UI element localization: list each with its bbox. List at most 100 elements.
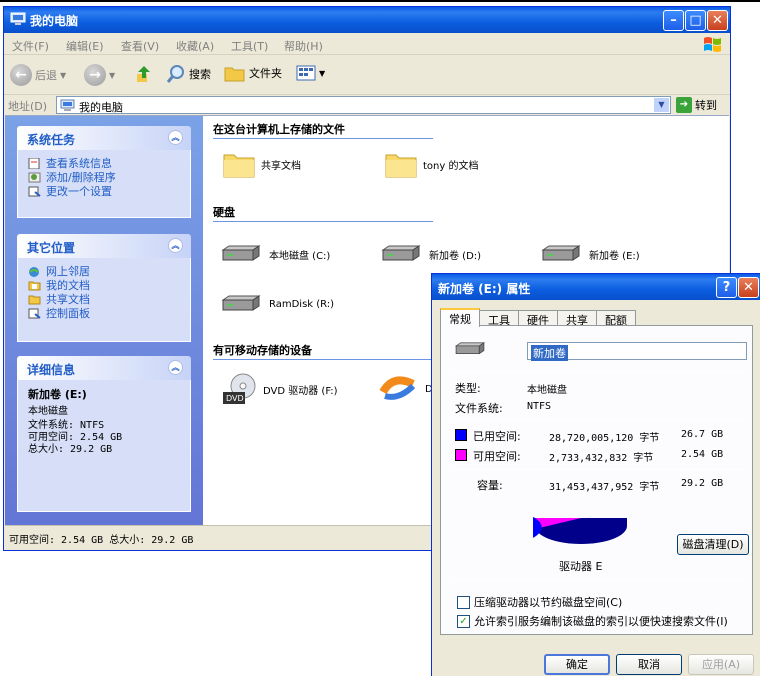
forward-dropdown-icon: ▼ (109, 70, 116, 80)
filesystem-label: 文件系统: (455, 402, 503, 415)
divider (451, 372, 743, 373)
windows-logo-icon (704, 37, 721, 52)
menu-file[interactable]: 文件(F) (12, 38, 49, 54)
free-space-gb: 2.54 GB (681, 449, 724, 460)
used-space-swatch (455, 429, 467, 441)
drive-r[interactable]: RamDisk (R:) (219, 294, 334, 314)
drive-letter-label: 驱动器 E (559, 560, 603, 573)
capacity-label: 容量: (477, 479, 503, 492)
my-computer-small-icon (60, 99, 75, 111)
menu-bar: 文件(F) 编辑(E) 查看(V) 收藏(A) 工具(T) 帮助(H) (4, 33, 730, 55)
ok-button[interactable]: 确定 (544, 654, 610, 675)
compress-drive-checkbox[interactable]: 压缩驱动器以节约磁盘空间(C) (457, 594, 622, 610)
dialog-titlebar[interactable]: 新加卷 (E:) 属性 ? ✕ (432, 274, 760, 300)
toolbar: ← 后退 ▼ → ▼ 搜索 文件夹 ▼ (4, 55, 730, 95)
drive-c[interactable]: 本地磁盘 (C:) (219, 244, 330, 264)
explorer-titlebar[interactable]: 我的电脑 – □ ✕ (4, 7, 730, 33)
views-button[interactable]: ▼ (296, 64, 325, 82)
details-panel: 详细信息 ︽ 新加卷 (E:) 本地磁盘 文件系统: NTFS 可用空间: 2.… (17, 356, 191, 512)
up-folder-icon (137, 66, 150, 82)
index-drive-checkbox[interactable]: ✓ 允许索引服务编制该磁盘的索引以便快速搜索文件(I) (457, 613, 728, 629)
collapse-chevron-icon[interactable]: ︽ (168, 238, 183, 253)
my-documents-link[interactable]: 我的文档 (28, 278, 180, 292)
details-header[interactable]: 详细信息 ︽ (17, 356, 191, 380)
hard-disks-heading: 硬盘 (213, 204, 433, 222)
help-button[interactable]: ? (716, 277, 737, 298)
tab-tools[interactable]: 工具 (479, 310, 519, 327)
free-space-label: 可用空间: (473, 450, 521, 463)
stored-files-heading: 在这台计算机上存储的文件 (213, 121, 433, 139)
details-filesystem: 文件系统: NTFS (28, 420, 105, 431)
back-dropdown-icon: ▼ (60, 70, 67, 80)
index-checkbox-box[interactable]: ✓ (457, 614, 470, 628)
dialog-close-button[interactable]: ✕ (738, 277, 759, 298)
views-icon (296, 65, 316, 81)
folders-button[interactable]: 文件夹 (224, 64, 282, 82)
free-space-bytes: 2,733,432,832 字节 (549, 453, 654, 464)
free-space-swatch (455, 449, 467, 461)
drive-d[interactable]: 新加卷 (D:) (379, 244, 481, 264)
general-tab-panel: 新加卷 类型: 本地磁盘 文件系统: NTFS 已用空间: 28,720,005… (440, 325, 753, 635)
menu-view[interactable]: 查看(V) (121, 38, 159, 54)
back-button[interactable]: ← 后退 ▼ (10, 64, 66, 86)
control-panel-link[interactable]: 控制面板 (28, 306, 180, 320)
details-free-space: 可用空间: 2.54 GB (28, 432, 123, 443)
menu-favorites[interactable]: 收藏(A) (176, 38, 214, 54)
system-tasks-panel: 系统任务 ︽ 查看系统信息 添加/删除程序 更改一个设置 (17, 126, 191, 218)
tab-quota[interactable]: 配额 (596, 310, 636, 327)
menu-help[interactable]: 帮助(H) (284, 38, 323, 54)
menu-tools[interactable]: 工具(T) (231, 38, 268, 54)
add-remove-programs-link[interactable]: 添加/删除程序 (28, 170, 180, 184)
cancel-button[interactable]: 取消 (616, 654, 682, 675)
go-button[interactable]: ➔ 转到 (676, 97, 717, 113)
address-dropdown-icon[interactable]: ▼ (654, 98, 669, 112)
control-panel-icon (28, 186, 41, 197)
task-pane: 系统任务 ︽ 查看系统信息 添加/删除程序 更改一个设置 其它位置 ︽ 网上邻居… (5, 116, 203, 526)
dialog-title: 新加卷 (E:) 属性 (438, 282, 531, 296)
shared-documents-link[interactable]: 共享文档 (28, 292, 180, 306)
search-icon (166, 65, 184, 83)
media-device-icon (379, 376, 416, 400)
collapse-chevron-icon[interactable]: ︽ (168, 130, 183, 145)
dvd-drive-icon: DVD (223, 373, 256, 404)
search-button[interactable]: 搜索 (166, 64, 211, 84)
add-remove-icon (28, 172, 41, 182)
folder-icon (28, 295, 41, 304)
collapse-chevron-icon[interactable]: ︽ (168, 360, 183, 375)
hard-drive-icon (541, 245, 581, 261)
tony-documents-folder[interactable]: tony 的文档 (385, 150, 478, 178)
compress-checkbox-box[interactable] (457, 595, 470, 609)
tab-sharing[interactable]: 共享 (557, 310, 597, 327)
forward-button[interactable]: → ▼ (84, 64, 115, 86)
hard-drive-icon (381, 245, 421, 261)
control-panel-icon (28, 308, 41, 319)
close-button[interactable]: ✕ (707, 10, 728, 31)
dvd-drive-f[interactable]: DVD DVD 驱动器 (F:) (221, 372, 338, 406)
tab-hardware[interactable]: 硬件 (518, 310, 558, 327)
network-places-link[interactable]: 网上邻居 (28, 264, 180, 278)
other-places-header[interactable]: 其它位置 ︽ (17, 234, 191, 258)
address-input[interactable]: 我的电脑 ▼ (56, 96, 671, 114)
drive-e[interactable]: 新加卷 (E:) (539, 244, 640, 264)
view-system-info-link[interactable]: 查看系统信息 (28, 156, 180, 170)
tab-general[interactable]: 常规 (440, 308, 480, 327)
up-button[interactable] (134, 64, 154, 84)
maximize-button[interactable]: □ (685, 10, 706, 31)
address-label: 地址(D) (8, 100, 48, 113)
system-tasks-header[interactable]: 系统任务 ︽ (17, 126, 191, 150)
network-icon (29, 266, 39, 277)
views-dropdown-icon: ▼ (319, 68, 326, 78)
hard-drive-icon (221, 295, 261, 311)
volume-name-input[interactable]: 新加卷 (527, 342, 747, 361)
folders-icon (224, 67, 245, 82)
apply-button[interactable]: 应用(A) (688, 654, 754, 675)
divider (451, 469, 743, 470)
menu-edit[interactable]: 编辑(E) (66, 38, 104, 54)
disk-cleanup-button[interactable]: 磁盘清理(D) (677, 534, 749, 555)
minimize-button[interactable]: – (663, 10, 684, 31)
svg-text:DVD: DVD (226, 394, 244, 403)
filesystem-value: NTFS (527, 401, 552, 412)
shared-documents-folder[interactable]: 共享文档 (223, 150, 301, 178)
change-setting-link[interactable]: 更改一个设置 (28, 184, 180, 198)
top-border-line (0, 0, 760, 2)
